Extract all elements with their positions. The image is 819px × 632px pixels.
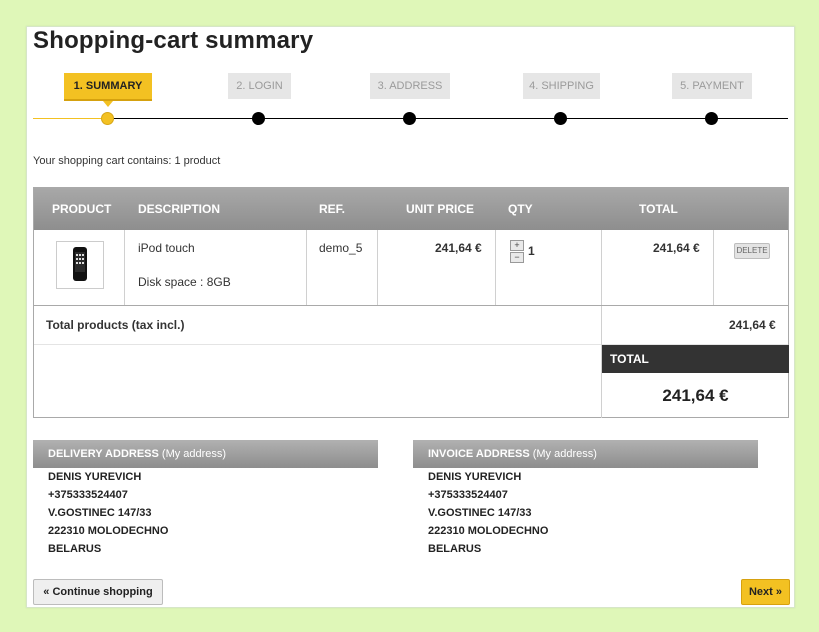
shopping-cart-panel: Shopping-cart summary 1. SUMMARY 2. LOGI… xyxy=(26,26,795,608)
product-image[interactable] xyxy=(56,241,104,289)
header-qty: QTY xyxy=(508,202,533,216)
invoice-address-line: DENIS YUREVICH xyxy=(428,471,522,483)
cart-count-text: Your shopping cart contains: 1 product xyxy=(33,155,221,167)
checkout-steps: 1. SUMMARY 2. LOGIN 3. ADDRESS 4. SHIPPI… xyxy=(27,71,794,151)
invoice-address-title: INVOICE ADDRESS xyxy=(428,448,530,460)
total-products-label: Total products (tax incl.) xyxy=(46,318,185,332)
cart-table-header: PRODUCT DESCRIPTION REF. UNIT PRICE QTY … xyxy=(34,188,788,230)
step-payment[interactable]: 5. PAYMENT xyxy=(672,73,752,99)
invoice-address-subtitle: (My address) xyxy=(532,448,597,460)
invoice-address-line: 222310 MOLODECHNO xyxy=(428,525,549,537)
delivery-address-line: 222310 MOLODECHNO xyxy=(48,525,169,537)
header-total: TOTAL xyxy=(639,202,678,216)
step-dot-address xyxy=(403,112,416,125)
step-dot-shipping xyxy=(554,112,567,125)
header-description: DESCRIPTION xyxy=(138,202,221,216)
step-dot-payment xyxy=(705,112,718,125)
continue-shopping-button[interactable]: « Continue shopping xyxy=(33,579,163,605)
delivery-address-subtitle: (My address) xyxy=(161,448,227,460)
ipod-touch-image xyxy=(73,247,87,281)
delivery-address-line: DENIS YUREVICH xyxy=(48,471,142,483)
delete-button[interactable]: DELETE xyxy=(734,243,770,259)
header-unit-price: UNIT PRICE xyxy=(406,202,475,216)
step-shipping[interactable]: 4. SHIPPING xyxy=(523,73,600,99)
delivery-address-line: BELARUS xyxy=(48,543,102,555)
step-summary[interactable]: 1. SUMMARY xyxy=(64,73,152,107)
delivery-address-line: +375333524407 xyxy=(48,489,128,501)
invoice-address-line: V.GOSTINEC 147/33 xyxy=(428,507,532,519)
step-login[interactable]: 2. LOGIN xyxy=(228,73,291,99)
header-product: PRODUCT xyxy=(52,202,112,216)
qty-increase-button[interactable]: + xyxy=(510,240,524,251)
total-products-value: 241,64 € xyxy=(729,318,776,332)
product-ref: demo_5 xyxy=(319,241,363,255)
total-products-row: Total products (tax incl.) 241,64 € xyxy=(34,306,788,345)
progress-track-done xyxy=(33,118,107,119)
step-address[interactable]: 3. ADDRESS xyxy=(370,73,450,99)
invoice-address-header: INVOICE ADDRESS (My address) xyxy=(413,440,758,468)
product-name-link[interactable]: iPod touch xyxy=(138,241,195,255)
product-attribute: Disk space : 8GB xyxy=(138,275,231,289)
unit-price: 241,64 € xyxy=(435,241,482,255)
next-button[interactable]: Next » xyxy=(741,579,790,605)
qty-decrease-button[interactable]: − xyxy=(510,252,524,263)
item-total: 241,64 € xyxy=(653,241,700,255)
step-dot-summary xyxy=(101,112,114,125)
invoice-address-line: +375333524407 xyxy=(428,489,508,501)
invoice-address-line: BELARUS xyxy=(428,543,482,555)
delivery-address-line: V.GOSTINEC 147/33 xyxy=(48,507,152,519)
qty-value: 1 xyxy=(528,244,535,258)
cart-item-row: iPod touch Disk space : 8GB demo_5 241,6… xyxy=(34,230,788,306)
total-value: 241,64 € xyxy=(662,386,729,405)
total-label: TOTAL xyxy=(602,345,789,373)
step-dot-login xyxy=(252,112,265,125)
delivery-address-header: DELIVERY ADDRESS (My address) xyxy=(33,440,378,468)
header-ref: REF. xyxy=(319,202,346,216)
delivery-address-title: DELIVERY ADDRESS xyxy=(48,448,159,460)
cart-table: PRODUCT DESCRIPTION REF. UNIT PRICE QTY … xyxy=(33,187,789,418)
page-title: Shopping-cart summary xyxy=(33,27,314,54)
